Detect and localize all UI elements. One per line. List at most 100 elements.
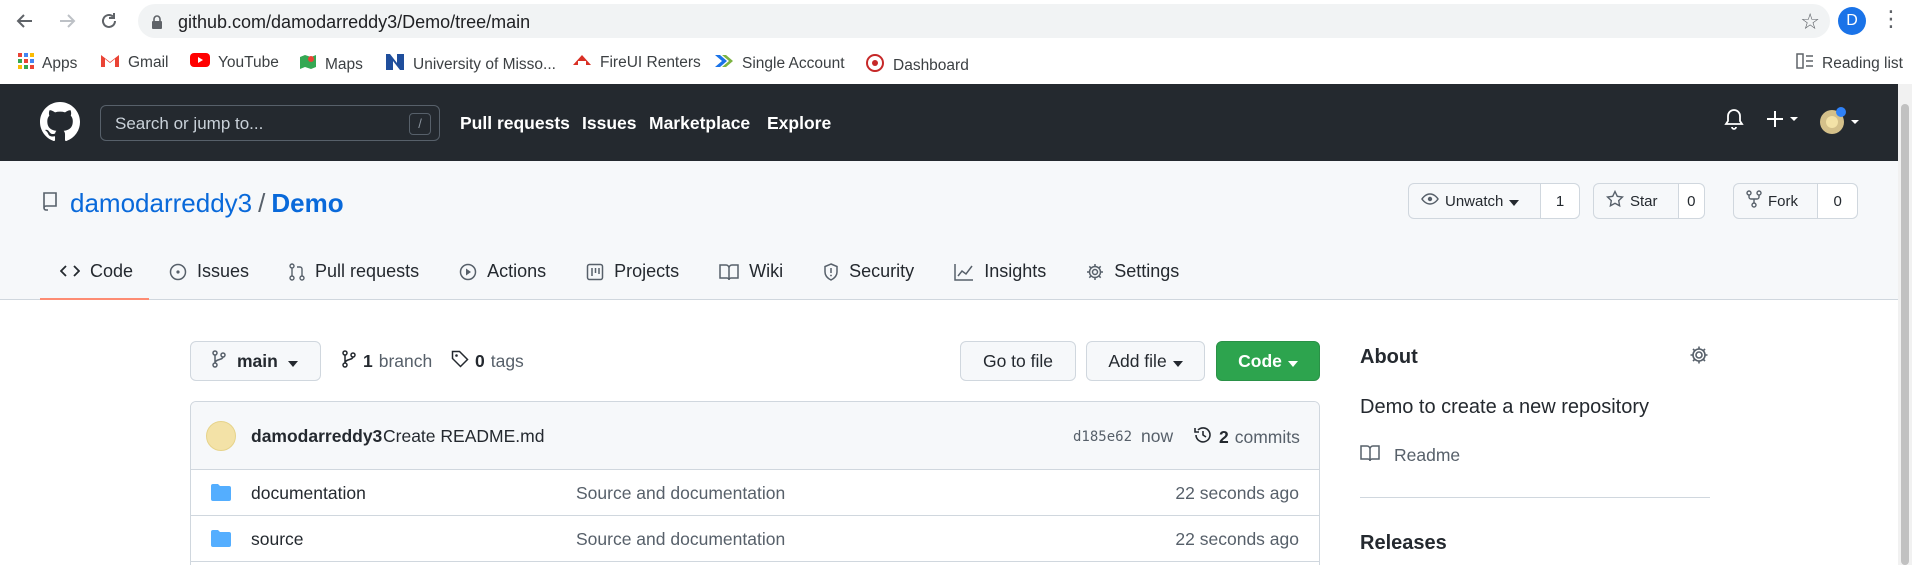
add-file-button[interactable]: Add file (1086, 341, 1205, 381)
search-shortcut-badge: / (409, 113, 431, 135)
browser-menu-icon[interactable]: ⋮ (1880, 6, 1902, 32)
file-name-link[interactable]: source (251, 529, 304, 550)
notifications-bell-icon[interactable] (1724, 108, 1744, 135)
reading-list-icon (1796, 53, 1814, 74)
tab-wiki[interactable]: Wiki (699, 257, 803, 300)
file-name-link[interactable]: documentation (251, 483, 366, 504)
commits-history-link[interactable]: 2 commits (1193, 425, 1300, 450)
nav-explore[interactable]: Explore (767, 113, 831, 134)
eye-icon (1421, 192, 1439, 210)
star-label: Star (1630, 192, 1658, 210)
releases-heading[interactable]: Releases (1360, 532, 1447, 555)
tab-actions[interactable]: Actions (439, 257, 566, 300)
folder-icon (211, 484, 231, 506)
repo-header: damodarreddy3/Demo Unwatch 1 Star 0 Fork… (0, 161, 1898, 300)
branch-selector[interactable]: main (190, 341, 321, 381)
forward-icon[interactable] (54, 8, 80, 34)
chevron-down-icon (1509, 193, 1520, 210)
tab-label: Code (90, 261, 134, 281)
file-commit-time: 22 seconds ago (1175, 483, 1299, 503)
history-clock-icon (1193, 425, 1213, 450)
tab-settings[interactable]: Settings (1066, 257, 1199, 300)
branches-link[interactable]: 1 branch (341, 350, 432, 373)
bookmark-dashboard[interactable]: Dashboard (865, 53, 969, 78)
gear-icon (1086, 261, 1104, 286)
reading-list[interactable]: Reading list (1796, 53, 1903, 74)
star-count[interactable]: 0 (1678, 184, 1704, 218)
branch-icon (341, 350, 357, 373)
about-heading: About (1360, 346, 1418, 368)
readme-link[interactable]: Readme (1360, 444, 1460, 467)
bookmark-star-icon[interactable]: ☆ (1800, 9, 1820, 35)
fork-count[interactable]: 0 (1818, 184, 1857, 218)
commit-author-link[interactable]: damodarreddy3 (251, 426, 382, 447)
nav-marketplace[interactable]: Marketplace (649, 113, 750, 134)
watch-count[interactable]: 1 (1541, 184, 1579, 218)
add-file-label: Add file (1108, 350, 1167, 371)
gmail-icon (100, 53, 120, 73)
commit-message-link[interactable]: Create README.md (383, 426, 544, 447)
graph-icon (954, 261, 974, 286)
nav-issues[interactable]: Issues (582, 113, 636, 134)
nav-pull-requests[interactable]: Pull requests (460, 113, 570, 134)
tab-label: Pull requests (315, 261, 420, 281)
fireui-icon (572, 53, 592, 72)
bookmark-single-account[interactable]: Single Account (714, 53, 845, 74)
github-logo-icon[interactable] (40, 102, 80, 147)
search-placeholder: Search or jump to... (115, 114, 264, 133)
page-scrollbar[interactable] (1898, 84, 1912, 565)
bookmark-fireui[interactable]: FireUI Renters (572, 53, 701, 72)
github-search-input[interactable]: Search or jump to... / (100, 105, 440, 141)
tag-icon (451, 350, 469, 373)
user-avatar-menu[interactable] (1818, 106, 1860, 141)
bookmark-label: YouTube (218, 53, 279, 71)
tab-projects[interactable]: Projects (566, 257, 699, 300)
tab-issues[interactable]: Issues (149, 257, 269, 300)
tab-security[interactable]: Security (803, 257, 934, 300)
file-commit-message-link[interactable]: Source and documentation (576, 483, 785, 504)
star-button[interactable]: Star (1594, 184, 1679, 218)
address-bar[interactable]: github.com/damodarreddy3/Demo/tree/main … (138, 4, 1830, 38)
bookmark-apps[interactable]: Apps (18, 53, 77, 74)
sidebar-divider (1360, 497, 1710, 498)
commit-count-word: commits (1234, 427, 1300, 447)
commit-sha-link[interactable]: d185e62 (1073, 429, 1132, 445)
fork-button[interactable]: Fork (1734, 184, 1819, 218)
back-icon[interactable] (12, 8, 38, 34)
tags-link[interactable]: 0 tags (451, 350, 524, 373)
repo-title: damodarreddy3/Demo (70, 188, 344, 219)
browser-profile-avatar[interactable]: D (1838, 7, 1866, 35)
branch-count: 1 (363, 351, 373, 371)
tab-label: Settings (1114, 261, 1180, 281)
tab-pull-requests[interactable]: Pull requests (269, 257, 439, 300)
file-row[interactable]: documentation Source and documentation 2… (191, 470, 1319, 516)
issue-icon (169, 261, 187, 286)
code-download-button[interactable]: Code (1216, 341, 1320, 381)
bookmark-maps[interactable]: Maps (299, 53, 363, 76)
repo-name-link[interactable]: Demo (271, 188, 343, 218)
commit-time: now (1141, 426, 1174, 446)
github-header: Search or jump to... / Pull requests Iss… (0, 84, 1898, 161)
reading-list-label: Reading list (1822, 54, 1903, 72)
go-to-file-button[interactable]: Go to file (960, 341, 1076, 381)
file-commit-message-link[interactable]: Source and documentation (576, 529, 785, 550)
scrollbar-thumb[interactable] (1901, 104, 1909, 565)
bookmark-youtube[interactable]: YouTube (190, 53, 279, 72)
commit-count: 2 (1219, 427, 1229, 447)
bookmark-university[interactable]: University of Misso... (385, 53, 556, 76)
create-new-plus-icon[interactable] (1766, 108, 1802, 135)
file-row[interactable]: source Source and documentation 22 secon… (191, 516, 1319, 562)
repo-icon (42, 191, 58, 216)
commit-author-avatar[interactable] (206, 421, 236, 451)
reload-icon[interactable] (96, 8, 122, 34)
unwatch-button[interactable]: Unwatch (1409, 184, 1542, 218)
branch-word: branch (378, 351, 433, 371)
tab-code[interactable]: Code (40, 257, 149, 300)
bookmark-gmail[interactable]: Gmail (100, 53, 168, 73)
book-icon (719, 261, 739, 286)
tag-count: 0 (475, 351, 485, 371)
repo-owner-link[interactable]: damodarreddy3 (70, 188, 252, 218)
tab-insights[interactable]: Insights (934, 257, 1066, 300)
edit-about-gear-icon[interactable] (1689, 345, 1709, 370)
bookmark-label: Apps (42, 54, 78, 72)
